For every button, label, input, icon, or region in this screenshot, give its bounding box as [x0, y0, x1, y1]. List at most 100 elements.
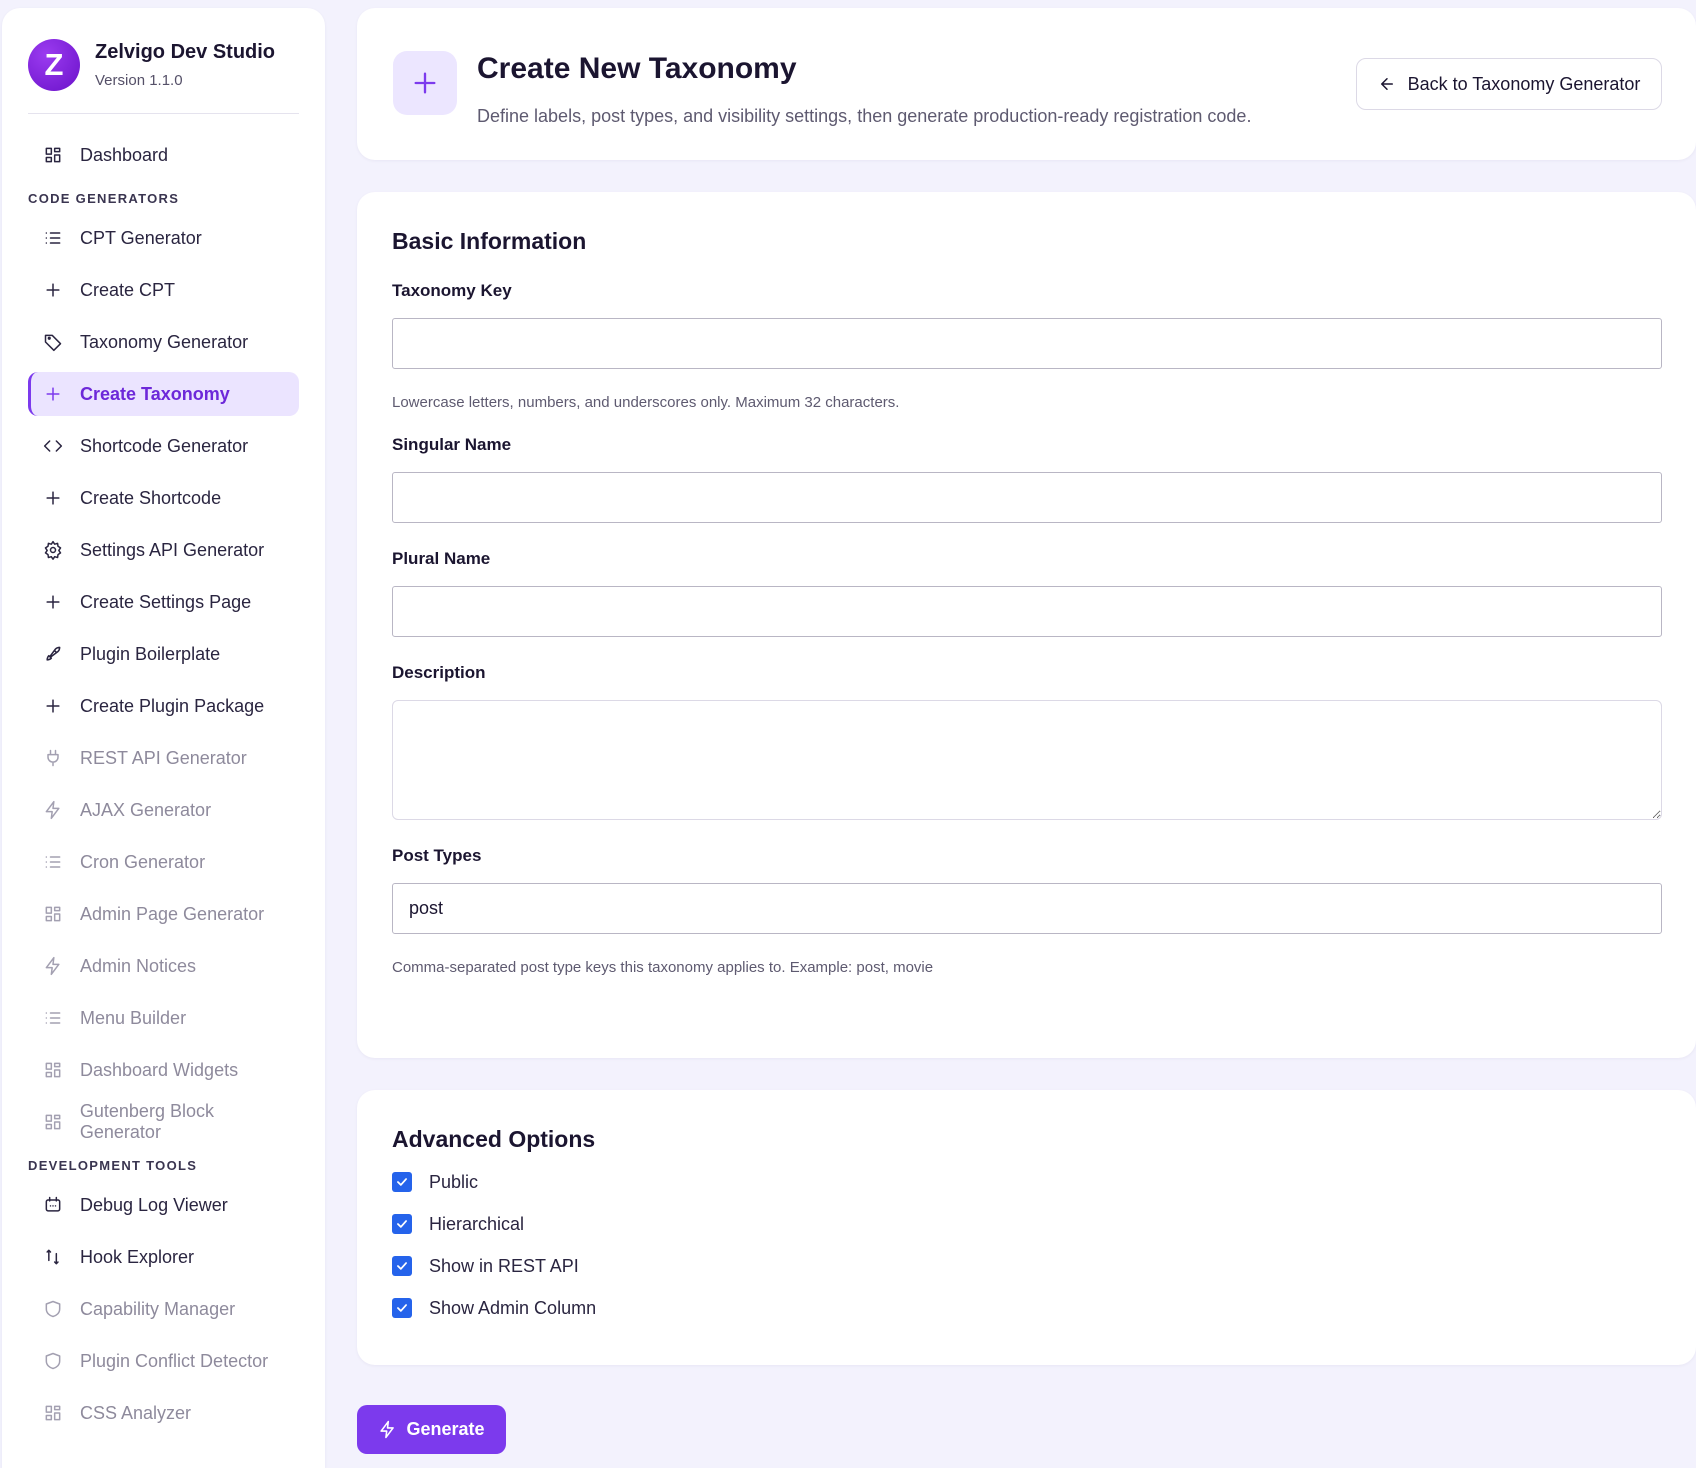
sidebar-item-label: Debug Log Viewer: [80, 1194, 228, 1215]
sidebar-item-label: Admin Notices: [80, 955, 197, 976]
sidebar-item-label: Taxonomy Generator: [80, 331, 249, 352]
dashboard-icon: [42, 903, 64, 925]
sidebar-item-shortcode-generator[interactable]: Shortcode Generator: [28, 424, 299, 468]
sidebar-item-plugin-conflict-detector[interactable]: Plugin Conflict Detector: [28, 1339, 299, 1383]
sidebar-item-create-settings-page[interactable]: Create Settings Page: [28, 580, 299, 624]
back-button-label: Back to Taxonomy Generator: [1407, 73, 1641, 94]
sidebar-item-cron-generator[interactable]: Cron Generator: [28, 840, 299, 884]
option-label: Show Admin Column: [429, 1297, 597, 1318]
sidebar-item-gutenberg-block-generator[interactable]: Gutenberg Block Generator: [28, 1100, 299, 1144]
sidebar-item-label: Dashboard Widgets: [80, 1059, 239, 1080]
post-types-label: Post Types: [392, 846, 482, 865]
sidebar-item-label: CPT Generator: [80, 227, 202, 248]
sidebar-item-label: Plugin Boilerplate: [80, 643, 221, 664]
sidebar-item-debug-log-viewer[interactable]: Debug Log Viewer: [28, 1183, 299, 1227]
plug-icon: [42, 747, 64, 769]
sidebar-item-label: Create CPT: [80, 279, 176, 300]
sidebar-section-development-tools: DEVELOPMENT TOOLS: [28, 1158, 198, 1173]
sidebar-item-rest-api-generator[interactable]: REST API Generator: [28, 736, 299, 780]
bolt-icon: [42, 955, 64, 977]
tag-icon: [42, 331, 64, 353]
checkbox-show-in-rest-api[interactable]: [392, 1256, 412, 1276]
post-types-input[interactable]: [392, 883, 1662, 934]
plural-name-input[interactable]: [392, 586, 1662, 637]
code-icon: [42, 435, 64, 457]
description-label: Description: [392, 663, 486, 682]
back-to-taxonomy-generator-button[interactable]: Back to Taxonomy Generator: [1356, 58, 1662, 110]
sidebar-nav: Dashboard CODE GENERATORS CPT Generator Cre…: [28, 133, 299, 1435]
checkbox-hierarchical[interactable]: [392, 1214, 412, 1234]
option-show-in-rest-api: Show in REST API: [392, 1255, 1661, 1277]
arrow-left-icon: [1380, 78, 1393, 90]
sidebar-item-dashboard[interactable]: Dashboard: [28, 133, 299, 177]
sidebar-item-admin-notices[interactable]: Admin Notices: [28, 944, 299, 988]
sidebar-item-create-taxonomy[interactable]: Create Taxonomy: [28, 372, 299, 416]
sidebar-item-create-shortcode[interactable]: Create Shortcode: [28, 476, 299, 520]
sidebar-item-plugin-boilerplate[interactable]: Plugin Boilerplate: [28, 632, 299, 676]
plus-icon: [42, 591, 64, 613]
advanced-options-list: Public Hierarchical Show in REST API Show A…: [392, 1171, 1661, 1319]
page-subtitle: Define labels, post types, and visibilit…: [477, 106, 1252, 126]
hook-icon: [42, 1246, 64, 1268]
checkbox-show-admin-column[interactable]: [392, 1298, 412, 1318]
sidebar-item-create-plugin-package[interactable]: Create Plugin Package: [28, 684, 299, 728]
option-label: Public: [429, 1171, 479, 1192]
sidebar-item-ajax-generator[interactable]: AJAX Generator: [28, 788, 299, 832]
advanced-options-title: Advanced Options: [392, 1126, 596, 1152]
sidebar-section-code-generators: CODE GENERATORS: [28, 191, 180, 206]
plus-icon: [393, 51, 457, 115]
sidebar-item-settings-api-generator[interactable]: Settings API Generator: [28, 528, 299, 572]
basic-information-title: Basic Information: [392, 228, 587, 254]
description-textarea[interactable]: [392, 700, 1662, 820]
page-header: Create New Taxonomy Define labels, post …: [357, 8, 1696, 160]
sidebar-item-capability-manager[interactable]: Capability Manager: [28, 1287, 299, 1331]
sidebar-item-label: Create Shortcode: [80, 487, 222, 508]
sidebar-item-label: Menu Builder: [80, 1007, 187, 1028]
dashboard-icon: [42, 1402, 64, 1424]
shield-icon: [42, 1298, 64, 1320]
bolt-icon: [380, 1420, 395, 1439]
plus-icon: [42, 383, 64, 405]
option-hierarchical: Hierarchical: [392, 1213, 1661, 1235]
sidebar-item-dashboard-widgets[interactable]: Dashboard Widgets: [28, 1048, 299, 1092]
page-title: Create New Taxonomy: [477, 52, 797, 85]
sidebar-item-label: CSS Analyzer: [80, 1402, 192, 1423]
check-icon: [397, 1304, 407, 1312]
sidebar-item-label: Hook Explorer: [80, 1246, 195, 1267]
check-icon: [397, 1178, 407, 1186]
plus-icon: [42, 279, 64, 301]
plus-icon: [42, 487, 64, 509]
generate-button[interactable]: Generate: [357, 1405, 506, 1454]
brand-name: Zelvigo Dev Studio: [95, 41, 276, 63]
sidebar-item-create-cpt[interactable]: Create CPT: [28, 268, 299, 312]
singular-name-label: Singular Name: [392, 435, 512, 454]
post-types-help: Comma-separated post type keys this taxo…: [392, 959, 934, 976]
sidebar-item-cpt-generator[interactable]: CPT Generator: [28, 216, 299, 260]
brand-version: Version 1.1.0: [95, 72, 183, 89]
basic-information-card: Basic Information Taxonomy Key Lowercase…: [357, 192, 1696, 1058]
sidebar-item-label: Shortcode Generator: [80, 435, 249, 456]
list-icon: [42, 1007, 64, 1029]
singular-name-input[interactable]: [392, 472, 1662, 523]
taxonomy-key-label: Taxonomy Key: [392, 281, 512, 300]
sidebar-item-hook-explorer[interactable]: Hook Explorer: [28, 1235, 299, 1279]
sidebar-item-menu-builder[interactable]: Menu Builder: [28, 996, 299, 1040]
option-label: Hierarchical: [429, 1213, 525, 1234]
list-icon: [42, 851, 64, 873]
taxonomy-key-help: Lowercase letters, numbers, and undersco…: [392, 394, 900, 411]
sidebar-item-label: Create Settings Page: [80, 591, 252, 612]
main-content: Create New Taxonomy Define labels, post …: [357, 8, 1696, 1454]
checkbox-public[interactable]: [392, 1172, 412, 1192]
plus-icon: [42, 695, 64, 717]
sidebar-item-label: REST API Generator: [80, 747, 247, 768]
sidebar-item-label: Settings API Generator: [80, 539, 265, 560]
gear-icon: [42, 539, 64, 561]
rocket-icon: [42, 643, 64, 665]
generate-label: Generate: [406, 1419, 485, 1439]
brand-logo: Z: [28, 39, 80, 91]
sidebar-item-admin-page-generator[interactable]: Admin Page Generator: [28, 892, 299, 936]
taxonomy-key-input[interactable]: [392, 318, 1662, 369]
sidebar-item-label: Plugin Conflict Detector: [80, 1350, 269, 1371]
sidebar-item-css-analyzer[interactable]: CSS Analyzer: [28, 1391, 299, 1435]
sidebar-item-taxonomy-generator[interactable]: Taxonomy Generator: [28, 320, 299, 364]
